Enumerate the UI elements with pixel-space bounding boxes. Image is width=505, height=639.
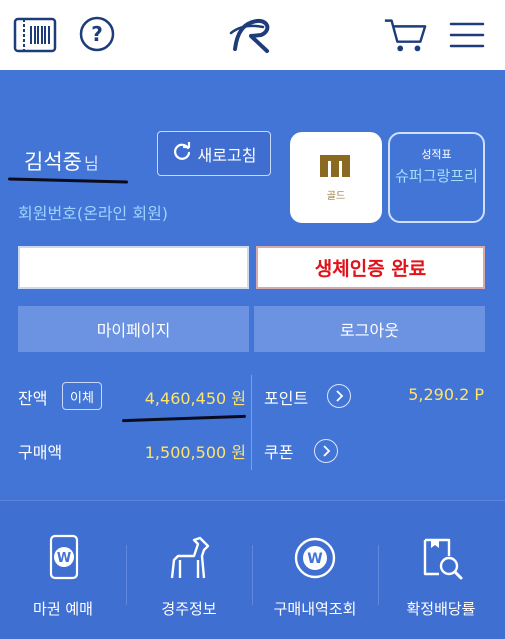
help-question-icon[interactable]: ?: [74, 12, 120, 58]
r-logo[interactable]: [226, 12, 278, 58]
blank-info-box: [18, 246, 249, 289]
user-suffix: 님: [83, 154, 99, 173]
svg-text:W: W: [57, 551, 71, 566]
nav-race-info[interactable]: 경주정보: [126, 530, 252, 630]
grade-card[interactable]: 골드: [290, 132, 382, 223]
nav-label: 경주정보: [161, 600, 217, 618]
svg-text:?: ?: [91, 22, 103, 46]
nav-label: 구매내역조회: [273, 600, 357, 618]
user-name: 김석중 님: [24, 146, 99, 176]
mypage-button[interactable]: 마이페이지: [18, 306, 249, 352]
transfer-button[interactable]: 이체: [62, 382, 102, 410]
magnify-doc-icon: [378, 530, 504, 586]
report-title: 성적표: [421, 148, 452, 161]
point-label: 포인트: [264, 389, 309, 408]
purchase-amount: 1,500,500 원: [144, 443, 246, 462]
column-divider: [251, 375, 252, 470]
balance-amount: 4,460,450 원: [144, 389, 246, 408]
horse-icon: [126, 530, 252, 586]
coupon-chevron-icon[interactable]: [314, 439, 338, 463]
purchase-label: 구매액: [18, 443, 63, 462]
cart-icon[interactable]: [382, 12, 428, 58]
point-value: 5,290.2 P: [408, 385, 484, 404]
phone-w-icon: W: [0, 530, 126, 586]
top-bar: ?: [0, 0, 505, 70]
grade-label: 골드: [326, 191, 346, 202]
w-coin-icon: W: [252, 530, 378, 586]
point-chevron-icon[interactable]: [327, 384, 351, 408]
hamburger-menu-icon[interactable]: [444, 12, 490, 58]
member-number: 회원번호(온라인 회원): [18, 204, 169, 223]
biometric-auth-status[interactable]: 생체인증 완료: [256, 246, 485, 289]
svg-text:W: W: [307, 551, 322, 567]
nav-confirmed-odds[interactable]: 확정배당률: [378, 530, 504, 630]
user-name-text: 김석중: [24, 150, 82, 174]
refresh-label: 새로고침: [197, 145, 257, 165]
nav-purchase-history[interactable]: W 구매내역조회: [252, 530, 378, 630]
section-divider: [0, 500, 505, 501]
nav-label: 마권 예매: [33, 600, 93, 618]
report-value: 슈퍼그랑프리: [395, 167, 478, 185]
refresh-button[interactable]: 새로고침: [157, 131, 271, 176]
ticket-barcode-icon[interactable]: [12, 12, 58, 58]
nav-label: 확정배당률: [406, 600, 476, 618]
balance-label: 잔액: [18, 389, 48, 408]
report-card[interactable]: 성적표 슈퍼그랑프리: [388, 132, 485, 223]
refresh-icon: [172, 140, 192, 166]
gold-grade-icon: [319, 153, 353, 183]
coupon-label: 쿠폰: [264, 443, 294, 462]
nav-bet-reservation[interactable]: W 마권 예매: [0, 530, 126, 630]
logout-button[interactable]: 로그아웃: [254, 306, 485, 352]
